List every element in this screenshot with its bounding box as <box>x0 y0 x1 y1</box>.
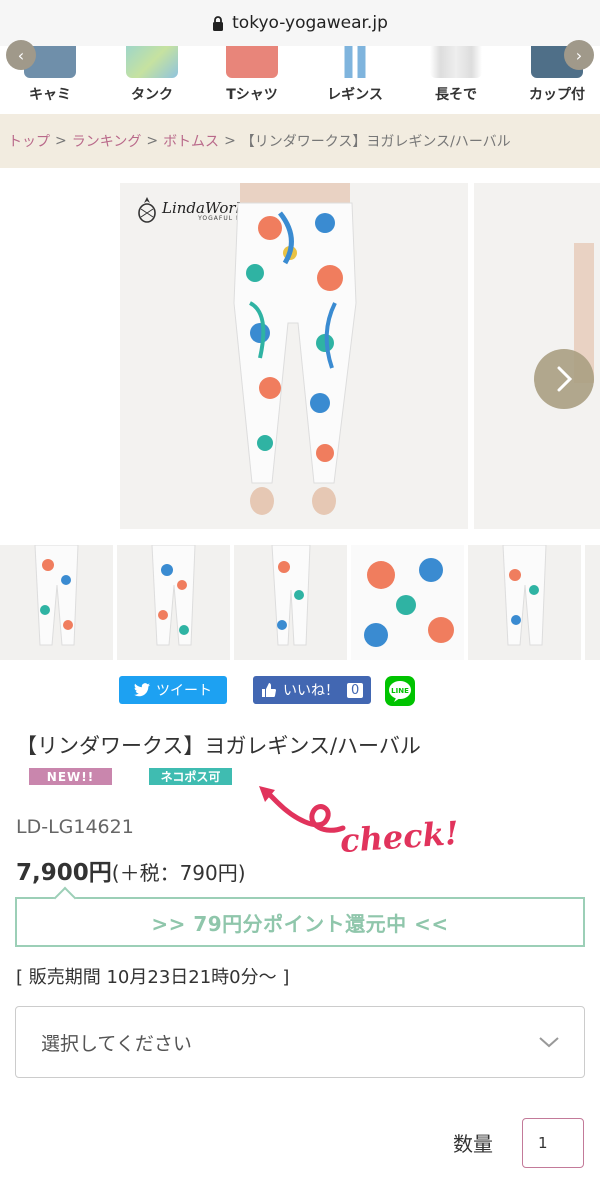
browser-url-bar[interactable]: tokyo-yogawear.jp <box>0 0 600 46</box>
breadcrumb-separator: > <box>224 133 236 149</box>
category-label: カップ付 <box>529 87 585 103</box>
product-price: 7,900円(＋税：790円) <box>16 853 246 887</box>
facebook-like-button[interactable]: いいね！ 0 <box>253 676 371 704</box>
breadcrumb-link-top[interactable]: トップ <box>8 131 50 151</box>
line-logo-text: LINE <box>391 687 409 695</box>
breadcrumb: トップ > ランキング > ボトムス > 【リンダワークス】ヨガレギンス/ハーバ… <box>0 114 600 168</box>
tweet-button[interactable]: ツイート <box>119 676 227 704</box>
category-thumb <box>430 46 482 78</box>
breadcrumb-link-ranking[interactable]: ランキング <box>72 131 142 151</box>
sales-period: [ 販売期間 10月23日21時0分〜 ] <box>16 967 290 988</box>
annotation-check-text: check! <box>338 813 460 861</box>
thumbnail[interactable] <box>468 545 581 660</box>
product-main-image[interactable]: LindaWorks YOGAFUL LIFE <box>120 183 468 529</box>
chevron-down-icon <box>539 1037 559 1048</box>
thumbnail-photo <box>151 545 196 646</box>
url-text: tokyo-yogawear.jp <box>232 13 388 33</box>
variant-select[interactable]: 選択してください <box>15 1006 585 1078</box>
category-label: レギンス <box>327 87 383 103</box>
like-count: 0 <box>347 682 364 698</box>
points-banner-notch <box>53 886 77 910</box>
category-strip: キャミ タンク Tシャツ レギンス 長そで カップ付 ‹ › <box>0 40 600 114</box>
new-badge: NEW!! <box>29 768 112 785</box>
category-label: キャミ <box>29 87 71 103</box>
annotation-arrow-icon <box>259 786 346 833</box>
product-title: 【リンダワークス】ヨガレギンス/ハーバル <box>16 734 421 758</box>
thumbnail-photo <box>351 545 464 660</box>
quantity-input[interactable]: 1 <box>522 1118 584 1168</box>
price-tax: (＋税：790円) <box>111 861 246 885</box>
category-thumb <box>329 46 381 78</box>
thumbnail[interactable] <box>351 545 464 660</box>
variant-select-placeholder: 選択してください <box>41 1032 192 1055</box>
thumbnail[interactable] <box>117 545 230 660</box>
product-sku: LD-LG14621 <box>16 816 134 838</box>
chevron-left-icon: ‹ <box>17 45 25 65</box>
twitter-bird-icon <box>134 683 150 697</box>
price-amount: 7,900円 <box>16 860 112 886</box>
breadcrumb-current: 【リンダワークス】ヨガレギンス/ハーバル <box>240 134 511 150</box>
thumbs-up-icon <box>262 683 277 697</box>
category-label: 長そで <box>435 87 477 103</box>
thumbnail-strip <box>0 545 600 660</box>
chevron-right-icon: › <box>575 45 583 65</box>
category-item-tshirt[interactable]: Tシャツ <box>207 46 297 114</box>
thumbnail-photo <box>34 545 79 646</box>
category-thumb <box>226 46 278 78</box>
category-label: Tシャツ <box>226 87 278 103</box>
category-label: タンク <box>131 87 173 103</box>
breadcrumb-separator: > <box>146 133 159 149</box>
line-logo-icon: LINE <box>389 681 411 702</box>
category-prev-button[interactable]: ‹ <box>6 40 36 70</box>
category-item-longsleeve[interactable]: 長そで <box>411 46 501 114</box>
leggings-photo <box>233 183 357 515</box>
breadcrumb-separator: > <box>55 133 67 149</box>
chevron-right-icon <box>557 366 573 392</box>
category-item-tank[interactable]: タンク <box>107 46 197 114</box>
breadcrumb-link-bottoms[interactable]: ボトムス <box>163 131 219 151</box>
points-banner: >> 79円分ポイント還元中 << <box>15 886 585 947</box>
category-item-leggings[interactable]: レギンス <box>310 46 400 114</box>
nekopos-badge: ネコポス可 <box>149 768 232 785</box>
category-next-button[interactable]: › <box>564 40 594 70</box>
thumbnail-photo <box>271 545 311 646</box>
quantity-label: 数量 <box>453 1132 493 1156</box>
thumbnail[interactable] <box>0 545 113 660</box>
like-label: いいね！ <box>283 683 339 699</box>
thumbnail-photo <box>502 545 547 646</box>
thumbnail[interactable] <box>234 545 347 660</box>
thumbnail[interactable] <box>585 545 600 660</box>
points-text: >> 79円分ポイント還元中 << <box>151 911 449 936</box>
line-share-button[interactable]: LINE <box>385 676 415 706</box>
category-thumb <box>126 46 178 78</box>
lock-icon <box>213 15 224 31</box>
tweet-label: ツイート <box>156 683 212 699</box>
gallery-next-button[interactable] <box>534 349 594 409</box>
